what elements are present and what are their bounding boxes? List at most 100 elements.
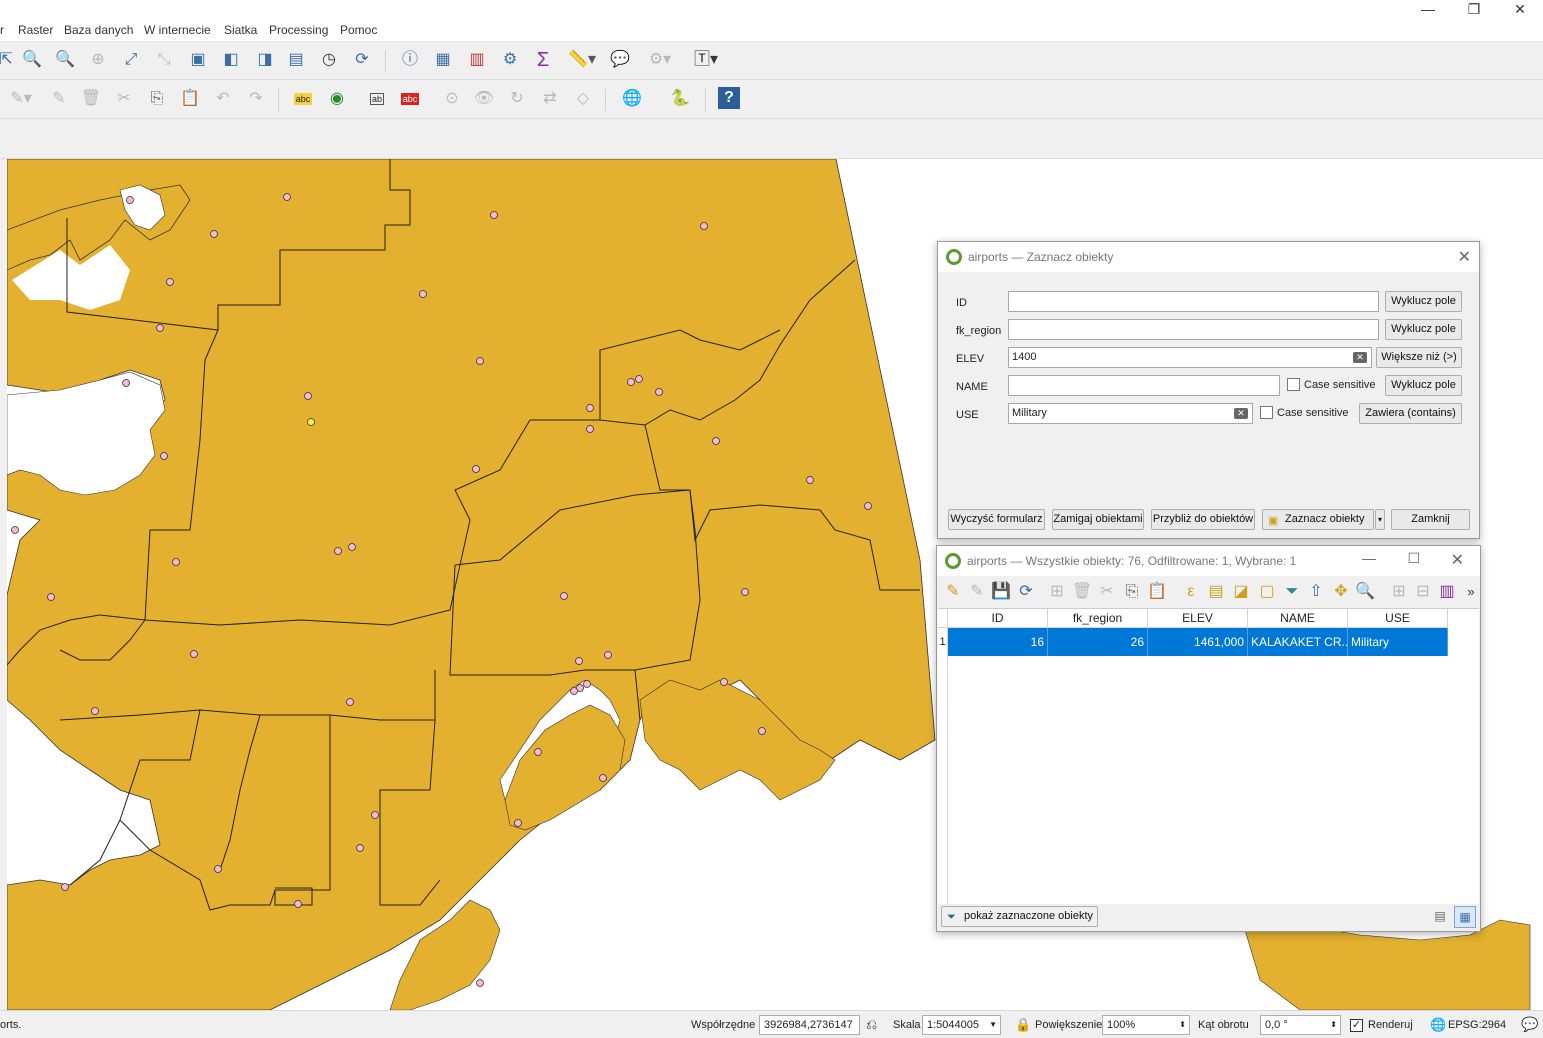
zoom-to-selected-icon[interactable]: 🔍 [1353, 580, 1377, 604]
zoom-last-icon[interactable]: ◧ [219, 48, 243, 72]
crs-globe-icon[interactable]: 🌐 [1430, 1017, 1446, 1033]
elev-input[interactable]: 1400 ✕ [1008, 347, 1372, 368]
globe-plugin-icon[interactable]: 🌐 [620, 87, 644, 111]
maximize-button[interactable]: ❐ [1451, 0, 1497, 20]
move-selection-top-icon[interactable]: ⇧ [1304, 580, 1328, 604]
minimize-button[interactable]: — [1405, 0, 1451, 20]
undo-icon[interactable]: ↶ [211, 87, 235, 111]
close-icon[interactable]: ✕ [1458, 247, 1471, 267]
select-all-icon[interactable]: ▤ [1204, 580, 1228, 604]
identify-icon[interactable]: ⓘ [398, 48, 422, 72]
cell-elev[interactable]: 1461,000 [1148, 628, 1248, 656]
cut-icon[interactable]: ✂ [1095, 580, 1119, 604]
help-icon[interactable]: ? [718, 87, 740, 109]
name-case-sensitive-checkbox[interactable] [1287, 378, 1300, 391]
clear-field-icon[interactable]: ✕ [1234, 408, 1248, 419]
field-calculator-icon[interactable]: ▥ [1435, 580, 1459, 604]
select-features-button[interactable]: ▣ Zaznacz obiekty [1262, 509, 1374, 530]
zoom-native-icon[interactable]: ⊕ [86, 48, 110, 72]
clear-field-icon[interactable]: ✕ [1353, 352, 1367, 363]
use-case-sensitive-checkbox[interactable] [1260, 406, 1273, 419]
render-checkbox[interactable]: ✓ [1350, 1019, 1363, 1032]
pan-to-selection-icon[interactable]: ⇱ [0, 48, 18, 72]
elev-operator-select[interactable]: Większe niż (>) [1376, 347, 1462, 368]
rotate-label-icon[interactable]: ↻ [505, 87, 529, 111]
messages-icon[interactable]: 💬 [1521, 1016, 1538, 1033]
zoom-to-selection-icon[interactable]: ⤡ [152, 48, 176, 72]
delete-feature-icon[interactable]: 🗑 [1070, 580, 1094, 604]
new-field-icon[interactable]: ⊞ [1387, 580, 1411, 604]
id-input[interactable] [1008, 291, 1379, 312]
save-edits-icon[interactable]: ✎ [47, 87, 71, 111]
move-label-icon[interactable]: ⊙ [440, 87, 464, 111]
flash-features-button[interactable]: Zamigaj obiektami [1052, 509, 1144, 530]
zoom-to-layer-icon[interactable]: ▣ [186, 48, 210, 72]
name-input[interactable] [1008, 375, 1280, 396]
row-number[interactable]: 1 [938, 628, 948, 656]
zoom-out-icon[interactable]: 🔍 [53, 48, 77, 72]
fk-region-input[interactable] [1008, 319, 1379, 340]
text-annotation-icon[interactable]: 🅃▾ [688, 48, 724, 72]
paste-icon[interactable]: 📋 [1145, 580, 1169, 604]
rotation-spinbox[interactable]: 0,0 ° ⬍ [1260, 1015, 1341, 1035]
redo-icon[interactable]: ↷ [244, 87, 268, 111]
deselect-all-icon[interactable]: ▢ [1255, 580, 1279, 604]
field-calculator-icon[interactable]: ▥ [465, 48, 489, 72]
show-selected-features-button[interactable]: ⏷ pokaż zaznaczone obiekty [941, 906, 1098, 927]
label-properties-icon[interactable]: ◇ [571, 87, 595, 111]
select-by-expression-icon[interactable]: ε [1179, 580, 1203, 604]
menu-item-baza-danych[interactable]: Baza danych [64, 23, 133, 37]
zoom-to-features-button[interactable]: Przybliż do obiektów [1151, 509, 1255, 530]
name-operator-select[interactable]: Wyklucz pole [1385, 375, 1462, 396]
more-tools-icon[interactable]: » [1459, 580, 1483, 604]
use-input[interactable]: Military ✕ [1008, 403, 1253, 424]
close-icon[interactable]: ✕ [1451, 550, 1464, 570]
form-view-icon[interactable]: ▤ [1430, 906, 1450, 926]
pin-labels-icon[interactable]: ab [365, 87, 389, 111]
column-header-name[interactable]: NAME [1248, 609, 1348, 628]
label-tool-icon[interactable]: abc [291, 87, 315, 111]
cell-id[interactable]: 16 [948, 628, 1048, 656]
statistics-sigma-icon[interactable]: Σ [531, 48, 555, 72]
zoom-next-icon[interactable]: ◨ [253, 48, 277, 72]
lock-scale-icon[interactable]: 🔒 [1015, 1017, 1031, 1033]
locator-icon[interactable]: ⚙▾ [642, 48, 678, 72]
add-feature-icon[interactable]: ⊞ [1045, 580, 1069, 604]
highlight-labels-icon[interactable]: abc [398, 87, 422, 111]
use-operator-select[interactable]: Zawiera (contains) [1359, 403, 1462, 424]
filter-select-icon[interactable]: ⏷ [1280, 580, 1304, 604]
coordinate-field[interactable]: 3926984,2736147 [759, 1015, 860, 1035]
fk-region-operator-select[interactable]: Wyklucz pole [1385, 319, 1462, 340]
column-header-elev[interactable]: ELEV [1148, 609, 1248, 628]
cell-name[interactable]: KALAKAKET CR... [1248, 628, 1348, 656]
column-header-use[interactable]: USE [1348, 609, 1448, 628]
settings-gear-icon[interactable]: ⚙ [498, 48, 522, 72]
id-operator-select[interactable]: Wyklucz pole [1385, 291, 1462, 312]
zoom-in-icon[interactable]: 🔍 [20, 48, 44, 72]
zoom-full-icon[interactable]: ⤢ [119, 48, 143, 72]
clear-form-button[interactable]: Wyczyść formularz [948, 509, 1045, 530]
close-window-button[interactable]: ✕ [1497, 0, 1543, 20]
show-hide-labels-icon[interactable]: 👁 [472, 87, 496, 111]
menu-item-wektor[interactable]: r [0, 23, 4, 37]
cut-features-icon[interactable]: ✂ [112, 87, 136, 111]
attribute-table-icon[interactable]: ▦ [431, 48, 455, 72]
toggle-editing-icon[interactable]: ✎ [941, 580, 965, 604]
copy-features-icon[interactable]: ⎘ [145, 87, 169, 111]
bookmarks-icon[interactable]: ▤ [284, 48, 308, 72]
cell-use[interactable]: Military [1348, 628, 1448, 656]
menu-item-raster[interactable]: Raster [18, 23, 53, 37]
delete-selected-icon[interactable]: 🗑 [79, 87, 103, 111]
column-header-fk-region[interactable]: fk_region [1048, 609, 1148, 628]
table-row[interactable]: 1 16 26 1461,000 KALAKAKET CR... Militar… [938, 628, 1448, 656]
toggle-extents-icon[interactable]: ⎌ [866, 1016, 877, 1033]
table-view-icon[interactable]: ▦ [1454, 906, 1476, 928]
menu-item-siatka[interactable]: Siatka [224, 23, 257, 37]
invert-selection-icon[interactable]: ◪ [1229, 580, 1253, 604]
multi-edit-icon[interactable]: ✎ [965, 580, 989, 604]
temporal-clock-icon[interactable]: ◷ [317, 48, 341, 72]
select-features-dropdown[interactable]: ▾ [1375, 509, 1385, 530]
scale-select[interactable]: 1:5044005 ▼ [922, 1015, 1001, 1035]
crs-label[interactable]: EPSG:2964 [1448, 1019, 1506, 1031]
close-dialog-button[interactable]: Zamknij [1391, 509, 1470, 530]
